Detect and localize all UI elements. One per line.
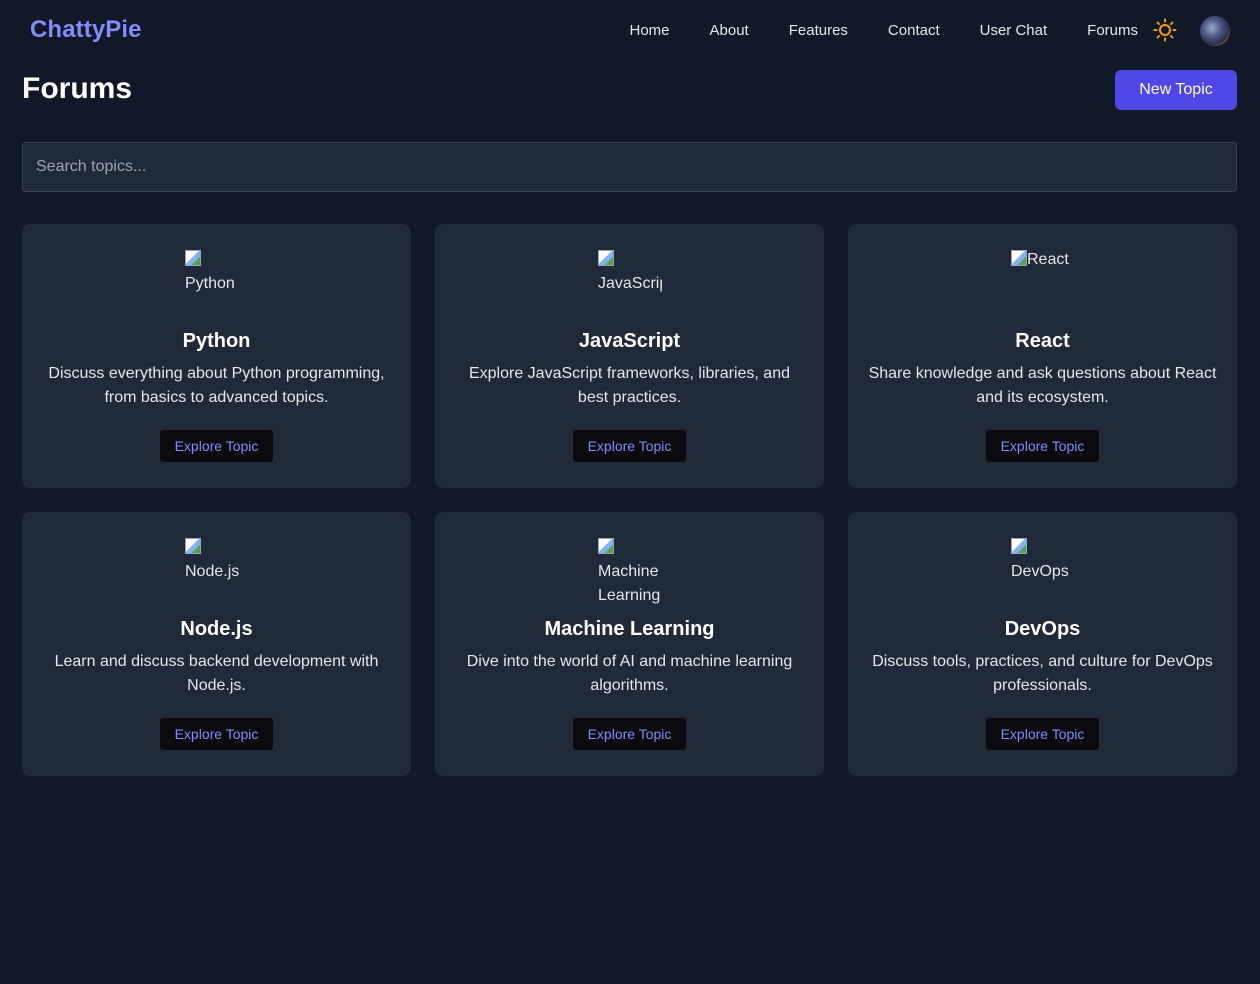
broken-image-icon [1011,538,1027,554]
topic-image-python: Python [185,248,255,296]
broken-image-icon [1011,250,1027,266]
topic-description: Share knowledge and ask questions about … [868,365,1217,406]
page-title: Forums [22,72,133,105]
user-avatar[interactable] [1200,16,1230,46]
topic-image-javascript: JavaScript [598,248,662,296]
brand-logo[interactable]: ChattyPie [30,16,142,44]
explore-topic-button[interactable]: Explore Topic [159,429,274,463]
topic-description: Discuss everything about Python programm… [48,365,385,406]
topic-card-nodejs: Node.js Node.js Learn and discuss backen… [22,512,411,776]
topic-card-machine-learning: Machine Learning Machine Learning Dive i… [435,512,824,776]
topic-description: Dive into the world of AI and machine le… [466,653,793,694]
topic-card-react: React React Share knowledge and ask ques… [848,224,1237,488]
topic-description: Learn and discuss backend development wi… [54,653,379,694]
nav-link-features[interactable]: Features [789,22,848,39]
topic-image-react: React [1011,248,1111,272]
topic-card-javascript: JavaScript JavaScript Explore JavaScript… [435,224,824,488]
topic-title: JavaScript [578,330,681,352]
image-alt-text: JavaScript [598,275,662,292]
nav-link-user-chat[interactable]: User Chat [980,22,1048,39]
explore-topic-button[interactable]: Explore Topic [572,717,687,751]
image-alt-text: Node.js [185,563,240,580]
topic-card-devops: DevOps DevOps Discuss tools, practices, … [848,512,1237,776]
nav-link-about[interactable]: About [710,22,749,39]
explore-topic-button[interactable]: Explore Topic [159,717,274,751]
topic-image-devops: DevOps [1011,536,1081,584]
broken-image-icon [185,250,201,266]
topic-description: Explore JavaScript frameworks, libraries… [468,365,790,406]
broken-image-icon [598,538,614,554]
explore-topic-button[interactable]: Explore Topic [985,429,1100,463]
sun-icon[interactable] [1153,18,1177,42]
sun-icon-graphic [1153,18,1177,42]
topic-description: Discuss tools, practices, and culture fo… [872,653,1213,694]
image-alt-text: Machine [598,563,659,580]
topic-title: Node.js [180,618,253,640]
topic-image-machine-learning: Machine Learning [598,536,678,608]
search-input[interactable] [22,142,1237,192]
nav-links: Home About Features Contact User Chat Fo… [630,0,1139,60]
explore-topic-button[interactable]: Explore Topic [572,429,687,463]
new-topic-button[interactable]: New Topic [1115,70,1237,110]
topic-card-python: Python Python Discuss everything about P… [22,224,411,488]
image-alt-text: DevOps [1011,563,1069,580]
topic-image-nodejs: Node.js [185,536,255,584]
topic-title: Machine Learning [544,618,715,640]
image-alt-text: Learning [598,587,661,604]
topic-title: Python [182,330,251,352]
topic-title: React [1015,330,1070,352]
nav-link-forums[interactable]: Forums [1087,22,1138,39]
nav-link-contact[interactable]: Contact [888,22,940,39]
image-alt-text: React [1027,251,1069,268]
image-alt-text: Python [185,275,235,292]
nav-link-home[interactable]: Home [630,22,670,39]
explore-topic-button[interactable]: Explore Topic [985,717,1100,751]
broken-image-icon [598,250,614,266]
broken-image-icon [185,538,201,554]
topic-title: DevOps [1004,618,1081,640]
